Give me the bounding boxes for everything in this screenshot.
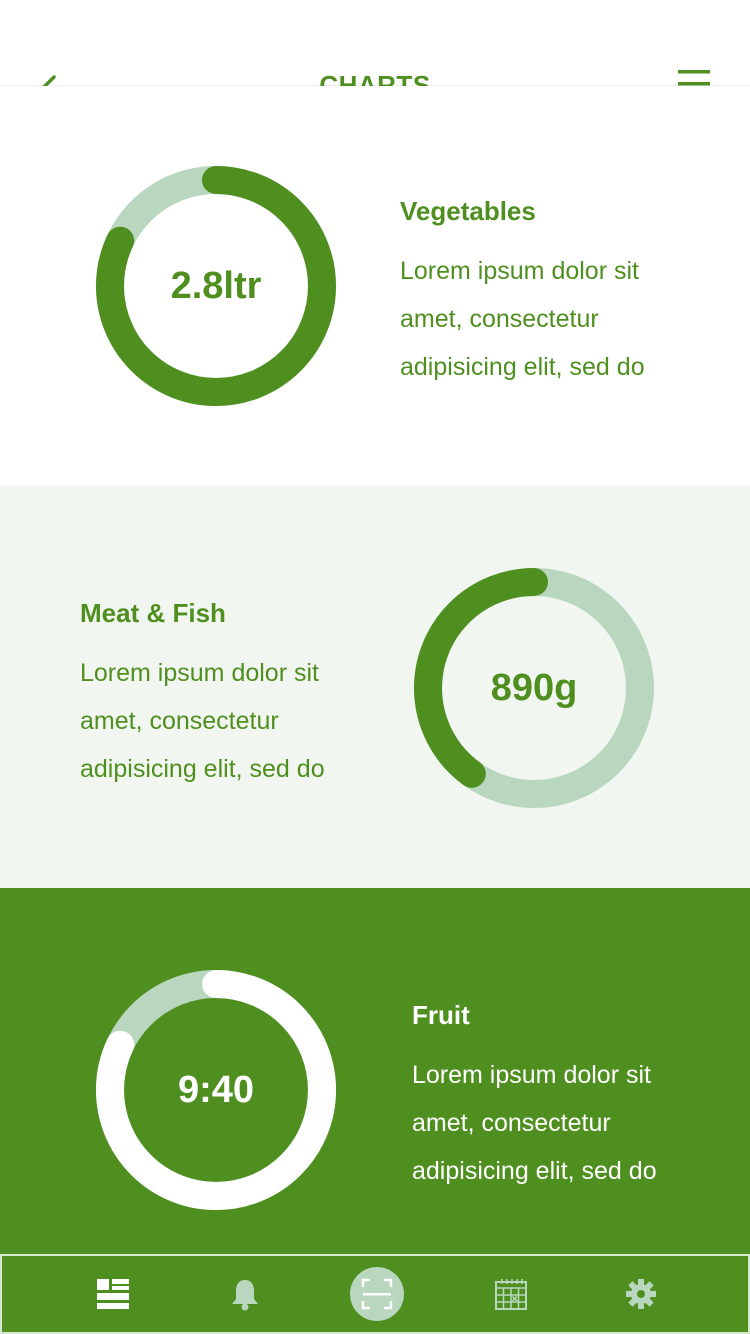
- description-line: amet, consectetur: [412, 1109, 611, 1137]
- chart-card-meat-fish: Meat & Fish Lorem ipsum dolor sit amet, …: [0, 486, 750, 888]
- tab-calendar[interactable]: [436, 1256, 586, 1332]
- category-title: Fruit: [412, 1000, 470, 1030]
- chart-card-fruit: 9:40 Fruit Lorem ipsum dolor sit amet, c…: [0, 888, 750, 1254]
- bottom-tab-bar: [0, 1254, 750, 1334]
- chart-value: 2.8ltr: [170, 264, 262, 307]
- donut-chart: 2.8ltr: [96, 166, 336, 406]
- scan-button[interactable]: [350, 1267, 404, 1321]
- category-description: Lorem ipsum dolor sit amet, consectetur …: [412, 1051, 712, 1195]
- description-line: Lorem ipsum dolor sit: [412, 1061, 651, 1089]
- description-line: amet, consectetur: [400, 305, 599, 333]
- tab-scan[interactable]: [302, 1256, 452, 1332]
- chart-value: 9:40: [177, 1068, 255, 1111]
- category-title: Meat & Fish: [80, 598, 226, 628]
- category-description: Lorem ipsum dolor sit amet, consectetur …: [400, 247, 700, 391]
- top-bar: CHARTS: [0, 0, 750, 101]
- gear-icon: [626, 1279, 656, 1309]
- bell-icon: [232, 1280, 258, 1311]
- chart-info: Meat & Fish Lorem ipsum dolor sit amet, …: [80, 598, 380, 793]
- dashboard-icon: [97, 1279, 129, 1309]
- description-line: adipisicing elit, sed do: [400, 353, 645, 381]
- description-line: Lorem ipsum dolor sit: [80, 659, 319, 687]
- scan-icon: [361, 1278, 393, 1310]
- tab-notifications[interactable]: [170, 1256, 320, 1332]
- tab-settings[interactable]: [566, 1256, 716, 1332]
- category-title: Vegetables: [400, 196, 536, 226]
- chart-info: Vegetables Lorem ipsum dolor sit amet, c…: [400, 196, 700, 391]
- description-line: adipisicing elit, sed do: [80, 755, 325, 783]
- description-line: adipisicing elit, sed do: [412, 1157, 657, 1185]
- donut-chart: 9:40: [96, 970, 336, 1210]
- chart-value: 890g: [490, 666, 578, 709]
- description-line: amet, consectetur: [80, 707, 279, 735]
- category-description: Lorem ipsum dolor sit amet, consectetur …: [80, 649, 380, 793]
- calendar-icon: [495, 1279, 527, 1310]
- donut-chart: 890g: [414, 568, 654, 808]
- tab-dashboard[interactable]: [38, 1256, 188, 1332]
- chart-card-vegetables: 2.8ltr Vegetables Lorem ipsum dolor sit …: [0, 86, 750, 486]
- description-line: Lorem ipsum dolor sit: [400, 257, 639, 285]
- chart-info: Fruit Lorem ipsum dolor sit amet, consec…: [412, 1000, 712, 1195]
